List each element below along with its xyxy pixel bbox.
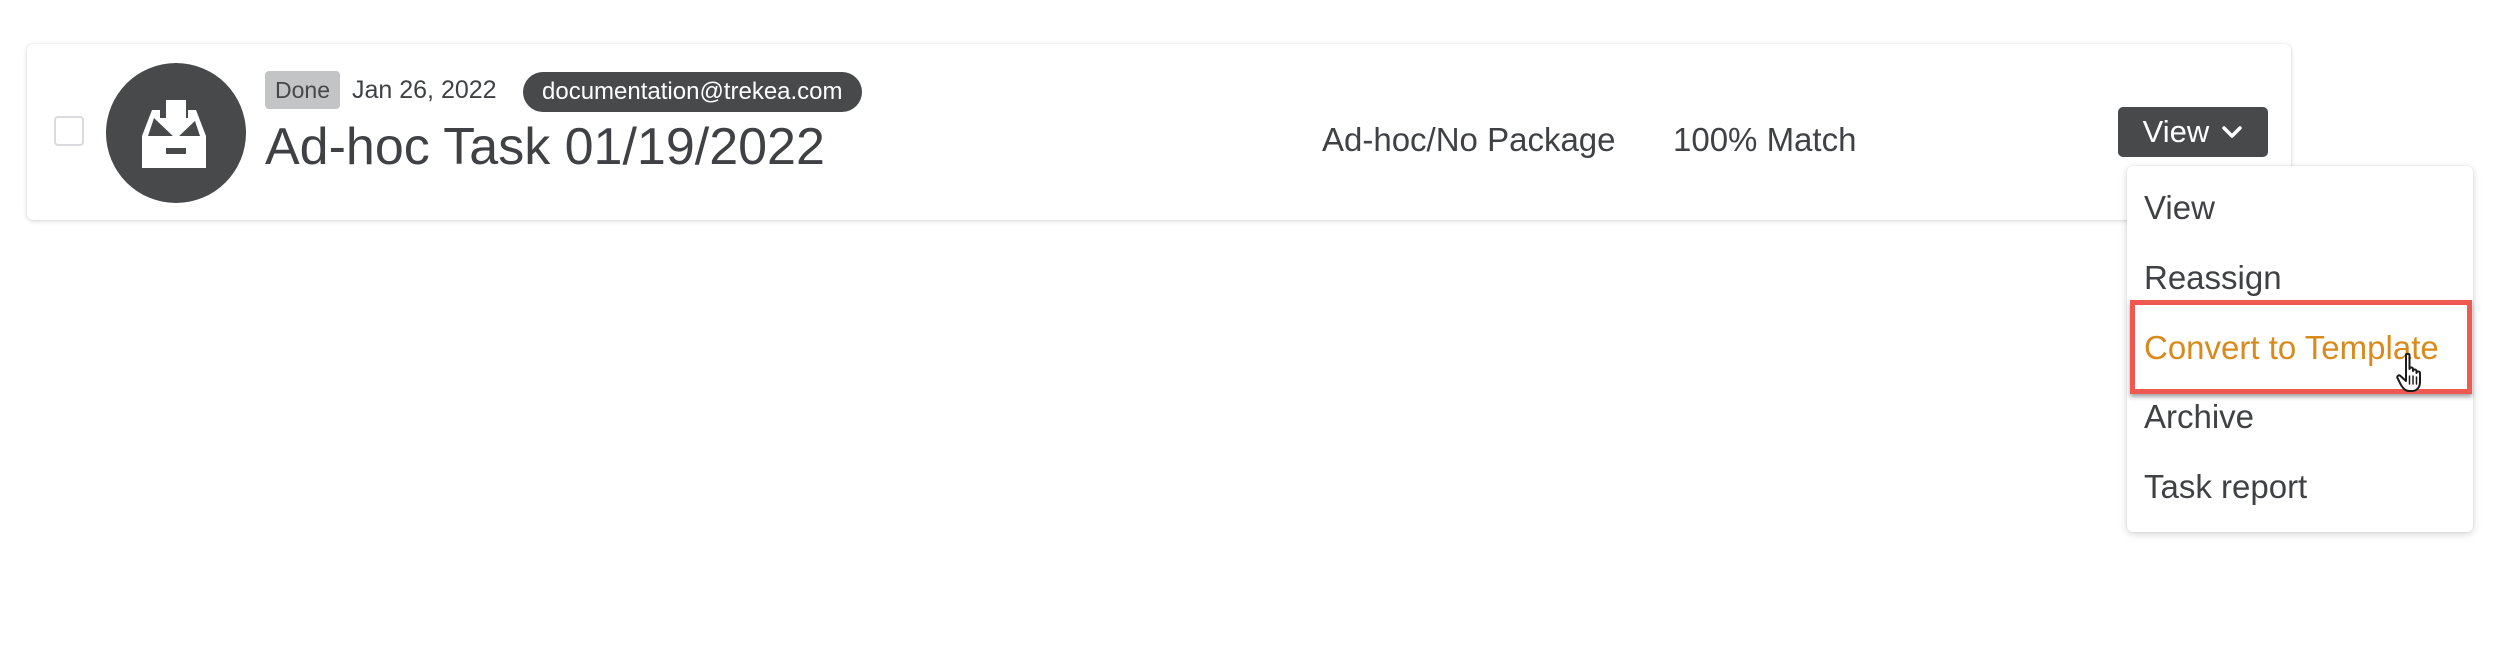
view-dropdown-button[interactable]: View	[2118, 107, 2268, 157]
inbox-download-icon	[142, 100, 206, 168]
view-button-label: View	[2142, 114, 2210, 149]
chevron-down-icon	[2221, 125, 2243, 139]
status-badge: Done	[265, 71, 340, 109]
select-checkbox[interactable]	[54, 116, 84, 146]
menu-item-reassign[interactable]: Reassign	[2144, 253, 2282, 303]
menu-item-archive[interactable]: Archive	[2144, 392, 2254, 442]
menu-item-task-report[interactable]: Task report	[2144, 462, 2307, 512]
actions-dropdown-menu: View Reassign Convert to Template Archiv…	[2127, 166, 2473, 532]
assignee-chip[interactable]: documentation@trekea.com	[523, 72, 862, 112]
task-card: Done Jan 26, 2022 documentation@trekea.c…	[27, 44, 2291, 220]
task-title[interactable]: Ad-hoc Task 01/19/2022	[265, 114, 825, 180]
task-date: Jan 26, 2022	[352, 76, 497, 104]
package-label: Ad-hoc/No Package	[1322, 121, 1616, 158]
match-label: 100% Match	[1673, 121, 1857, 158]
menu-item-view[interactable]: View	[2144, 183, 2215, 233]
menu-item-convert-to-template[interactable]: Convert to Template	[2144, 323, 2439, 373]
task-avatar	[106, 63, 246, 203]
